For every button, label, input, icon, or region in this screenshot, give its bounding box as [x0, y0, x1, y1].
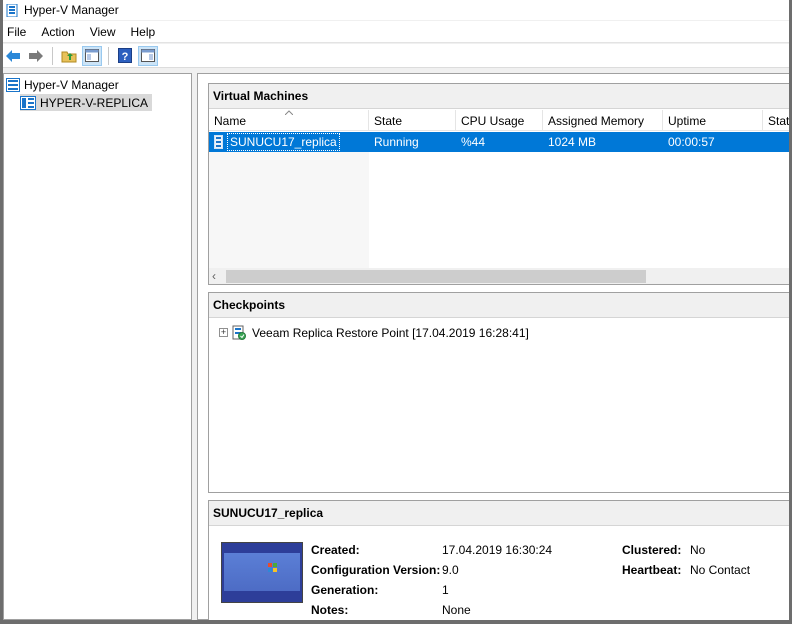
tree-item-label: HYPER-V-REPLICA — [40, 95, 149, 110]
help-icon: ? — [118, 48, 132, 63]
vm-name: SUNUCU17_replica — [227, 133, 340, 151]
details-panel: SUNUCU17_replica Created: 17.04.2019 16:… — [208, 500, 789, 620]
show-hide-tree-icon — [85, 49, 99, 62]
forward-button[interactable] — [26, 46, 46, 66]
svg-text:?: ? — [122, 51, 129, 63]
checkpoints-panel: Checkpoints + Veeam Replica Restore Poin… — [208, 292, 789, 493]
vm-uptime: 00:00:57 — [668, 135, 715, 149]
heartbeat-value: No Contact — [690, 563, 751, 577]
created-label: Created: — [311, 543, 360, 557]
vm-name-cell: SUNUCU17_replica — [209, 132, 369, 152]
hyperv-app-icon — [6, 3, 18, 17]
column-header-assigned-memory[interactable]: Assigned Memory — [543, 110, 663, 131]
windows-logo-icon — [268, 563, 278, 573]
column-header-state[interactable]: State — [369, 110, 456, 131]
column-header-row: Name State CPU Usage Assigned Memory Upt… — [209, 110, 789, 131]
forward-arrow-icon — [29, 49, 43, 62]
configuration-version-label: Configuration Version: — [311, 563, 441, 577]
configuration-version-value: 9.0 — [442, 563, 459, 577]
hyperv-manager-window: Hyper-V Manager File Action View Help ? … — [3, 0, 789, 620]
menu-file[interactable]: File — [3, 25, 33, 39]
checkpoint-label: Veeam Replica Restore Point [17.04.2019 … — [252, 325, 529, 340]
menu-view[interactable]: View — [86, 25, 123, 39]
show-hide-action-pane-icon — [141, 49, 155, 62]
back-arrow-icon — [6, 49, 20, 62]
expand-icon[interactable]: + — [219, 328, 228, 337]
panel-title: Virtual Machines — [209, 84, 789, 109]
panel-title: SUNUCU17_replica — [209, 501, 789, 526]
hyperv-manager-icon — [6, 77, 20, 92]
tree-item-label: Hyper-V Manager — [24, 77, 119, 92]
help-button[interactable]: ? — [115, 46, 135, 66]
window-title: Hyper-V Manager — [24, 3, 119, 17]
menu-action[interactable]: Action — [37, 25, 81, 39]
checkpoint-item[interactable]: + Veeam Replica Restore Point [17.04.201… — [219, 325, 529, 340]
virtual-machines-panel: Virtual Machines Name State CPU Usage As… — [208, 83, 789, 285]
notes-value: None — [442, 603, 471, 617]
console-tree: Hyper-V Manager HYPER-V-REPLICA — [3, 73, 192, 620]
name-column-background — [209, 152, 369, 270]
menu-help[interactable]: Help — [127, 25, 163, 39]
vm-screen-thumbnail[interactable] — [221, 542, 303, 603]
scroll-left-icon[interactable]: ‹ — [212, 269, 216, 283]
scrollbar-thumb[interactable] — [226, 270, 646, 283]
back-button[interactable] — [3, 46, 23, 66]
generation-value: 1 — [442, 583, 449, 597]
table-row[interactable]: SUNUCU17_replica Running %44 1024 MB 00:… — [209, 132, 789, 152]
checkpoint-icon — [232, 325, 246, 340]
title-bar[interactable]: Hyper-V Manager — [3, 0, 789, 20]
column-header-status[interactable]: Stat — [763, 110, 789, 131]
server-icon — [20, 95, 36, 110]
generation-label: Generation: — [311, 583, 379, 597]
vm-state: Running — [374, 135, 419, 149]
toolbar-separator — [52, 46, 53, 65]
column-header-cpu-usage[interactable]: CPU Usage — [456, 110, 543, 131]
clustered-value: No — [690, 543, 706, 557]
vm-assigned-memory: 1024 MB — [548, 135, 597, 149]
toolbar: ? — [3, 44, 789, 68]
up-one-level-button[interactable] — [59, 46, 79, 66]
clustered-label: Clustered: — [622, 543, 682, 557]
horizontal-scrollbar[interactable]: ‹ — [209, 268, 789, 284]
menu-bar: File Action View Help — [3, 21, 789, 43]
tree-item-hyperv-replica[interactable]: HYPER-V-REPLICA — [20, 94, 153, 111]
results-pane: Virtual Machines Name State CPU Usage As… — [197, 73, 789, 620]
show-hide-console-tree-button[interactable] — [82, 45, 102, 66]
up-folder-icon — [61, 51, 77, 62]
toolbar-separator — [108, 46, 109, 65]
column-header-uptime[interactable]: Uptime — [663, 110, 763, 131]
vm-cpu-usage: %44 — [461, 135, 486, 149]
panel-title: Checkpoints — [209, 293, 789, 318]
notes-label: Notes: — [311, 603, 349, 617]
tree-item-hyperv-manager[interactable]: Hyper-V Manager — [6, 76, 119, 93]
created-value: 17.04.2019 16:30:24 — [442, 543, 553, 557]
vm-screen-preview — [224, 553, 300, 591]
column-header-name[interactable]: Name — [209, 110, 369, 131]
virtual-machine-icon — [214, 135, 223, 149]
show-hide-action-pane-button[interactable] — [138, 45, 158, 66]
heartbeat-label: Heartbeat: — [622, 563, 682, 577]
